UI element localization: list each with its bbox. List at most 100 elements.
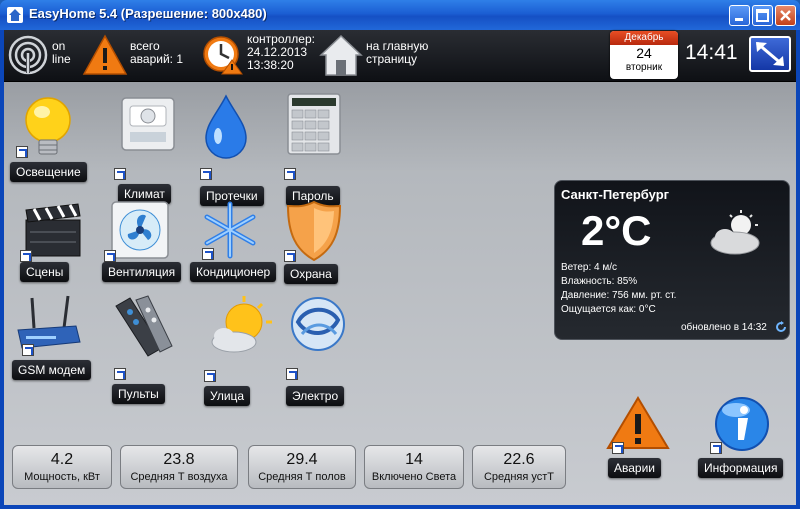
tile-information[interactable]: Информация — [698, 396, 792, 496]
tile-label: Пульты — [112, 384, 165, 404]
stat-avg-setpoint[interactable]: 22.6 Средняя устТ — [472, 445, 566, 489]
tile-air-conditioner[interactable]: Кондиционер — [188, 198, 278, 298]
tile-label: Электро — [286, 386, 345, 406]
stat-value: 23.8 — [163, 451, 195, 468]
alarms-summary[interactable]: всего аварий: 1 — [130, 40, 183, 66]
shortcut-arrow-icon — [204, 370, 216, 382]
warning-icon[interactable] — [82, 34, 128, 76]
tile-label: Аварии — [608, 458, 661, 478]
clock: 14:41 — [685, 41, 738, 64]
stat-label: Средняя устТ — [483, 471, 555, 483]
water-drop-icon — [205, 94, 247, 159]
tile-security[interactable]: Охрана — [282, 198, 372, 298]
shortcut-arrow-icon — [202, 248, 214, 260]
stat-power[interactable]: 4.2 Мощность, кВт — [12, 445, 112, 489]
tile-alarms[interactable]: Аварии — [606, 396, 696, 496]
shortcut-arrow-icon — [284, 250, 296, 262]
shortcut-arrow-icon — [16, 146, 28, 158]
resize-arrow-icon — [756, 41, 784, 67]
tile-label: Информация — [698, 458, 784, 478]
controller-time: 13:38:20 — [247, 58, 294, 72]
home-link[interactable]: на главную страницу — [366, 40, 428, 66]
tile-label: Вентиляция — [102, 262, 182, 282]
window-titlebar[interactable]: EasyHome 5.4 (Разрешение: 800x480) — [0, 0, 800, 30]
weather-feels-like: Ощущается как: 0°C — [561, 304, 656, 315]
controller-info: контроллер: 24.12.2013 13:38:20 — [247, 33, 315, 72]
weather-updated: обновлено в 14:32 — [681, 322, 767, 333]
close-icon — [780, 10, 791, 21]
stat-avg-air-temp[interactable]: 23.8 Средняя Т воздуха — [120, 445, 238, 489]
remote-control-icon — [115, 295, 173, 357]
tile-climate[interactable]: Климат — [110, 92, 200, 204]
online-status-line2: line — [52, 52, 71, 66]
weather-panel: Санкт-Петербург 2°C Ветер: 4 м/с Влажнос… — [554, 180, 790, 340]
calendar-weekday: вторник — [625, 62, 663, 73]
weather-city: Санкт-Петербург — [561, 187, 670, 202]
tile-label: Освещение — [10, 162, 87, 182]
shortcut-arrow-icon — [20, 250, 32, 262]
calendar-widget: Декабрь 24 вторник — [610, 31, 678, 79]
tile-label: Сцены — [20, 262, 70, 282]
shortcut-arrow-icon — [114, 368, 126, 380]
tile-street[interactable]: Улица — [200, 292, 290, 406]
tile-label: Охрана — [284, 264, 338, 284]
tile-gsm-modem[interactable]: GSM модем — [12, 292, 102, 392]
shortcut-arrow-icon — [114, 168, 126, 180]
stat-avg-floor-temp[interactable]: 29.4 Средняя Т полов — [248, 445, 356, 489]
tile-label: GSM модем — [12, 360, 92, 380]
controller-clock-icon — [203, 36, 243, 75]
weather-humidity: Влажность: 85% — [561, 276, 638, 287]
close-button[interactable] — [775, 5, 796, 26]
status-bar: on line всего аварий: 1 контроллер: 24.1… — [4, 30, 796, 82]
app-client-area: on line всего аварий: 1 контроллер: 24.1… — [4, 30, 796, 505]
weather-wind: Ветер: 4 м/с — [561, 262, 618, 273]
stat-label: Мощность, кВт — [24, 471, 100, 483]
home-icon[interactable] — [318, 33, 364, 77]
thermostat-icon — [121, 97, 175, 151]
tile-leaks[interactable]: Протечки — [194, 92, 284, 206]
shortcut-arrow-icon — [104, 250, 116, 262]
maximize-button[interactable] — [752, 5, 773, 26]
shortcut-arrow-icon — [612, 442, 624, 454]
stat-label: Средняя Т полов — [258, 471, 346, 483]
refresh-icon[interactable] — [775, 321, 787, 333]
alarms-summary-line2: аварий: 1 — [130, 52, 184, 66]
home-link-line2: страницу — [366, 52, 418, 66]
tile-remotes[interactable]: Пульты — [108, 292, 198, 404]
tile-ventilation[interactable]: Вентиляция — [102, 198, 192, 298]
tile-label: Улица — [204, 386, 251, 406]
fullscreen-toggle-button[interactable] — [749, 36, 791, 72]
stat-value: 29.4 — [286, 451, 318, 468]
tile-label: Кондиционер — [190, 262, 277, 282]
shortcut-arrow-icon — [710, 442, 722, 454]
stat-value: 22.6 — [503, 451, 535, 468]
calendar-day: 24 — [636, 45, 652, 61]
window-title: EasyHome 5.4 (Разрешение: 800x480) — [29, 6, 267, 21]
sun-cloud-icon — [211, 296, 272, 353]
tile-scenes[interactable]: Сцены — [16, 198, 106, 298]
tile-lighting[interactable]: Освещение — [10, 92, 100, 192]
keypad-icon — [287, 93, 341, 155]
stat-label: Средняя Т воздуха — [130, 471, 228, 483]
online-status: on line — [52, 40, 71, 66]
online-antenna-icon — [8, 35, 48, 75]
tile-electric[interactable]: Электро — [282, 292, 372, 406]
shortcut-arrow-icon — [22, 344, 34, 356]
shortcut-arrow-icon — [286, 368, 298, 380]
cables-icon — [291, 297, 345, 351]
stat-label: Включено Света — [371, 471, 457, 483]
stat-value: 4.2 — [50, 451, 74, 468]
shortcut-arrow-icon — [284, 168, 296, 180]
tile-password[interactable]: Пароль — [280, 92, 370, 206]
minimize-button[interactable] — [729, 5, 750, 26]
minimize-icon — [735, 18, 743, 21]
calendar-month: Декабрь — [610, 31, 678, 45]
stat-value: 14 — [405, 451, 423, 468]
shortcut-arrow-icon — [200, 168, 212, 180]
weather-temperature: 2°C — [581, 207, 652, 254]
app-icon — [7, 7, 23, 23]
weather-pressure: Давление: 756 мм. рт. ст. — [561, 290, 677, 301]
stat-lights-on[interactable]: 14 Включено Света — [364, 445, 464, 489]
maximize-icon — [756, 9, 769, 22]
partly-cloudy-icon — [710, 210, 760, 255]
